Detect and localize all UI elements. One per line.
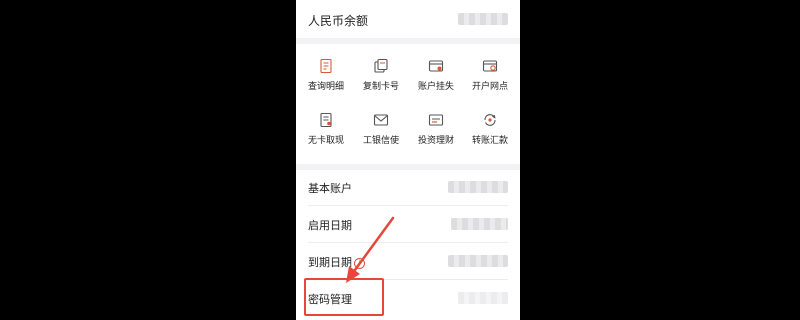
- annotation-arrow: [346, 216, 395, 283]
- annotation-highlight-box: [304, 278, 384, 316]
